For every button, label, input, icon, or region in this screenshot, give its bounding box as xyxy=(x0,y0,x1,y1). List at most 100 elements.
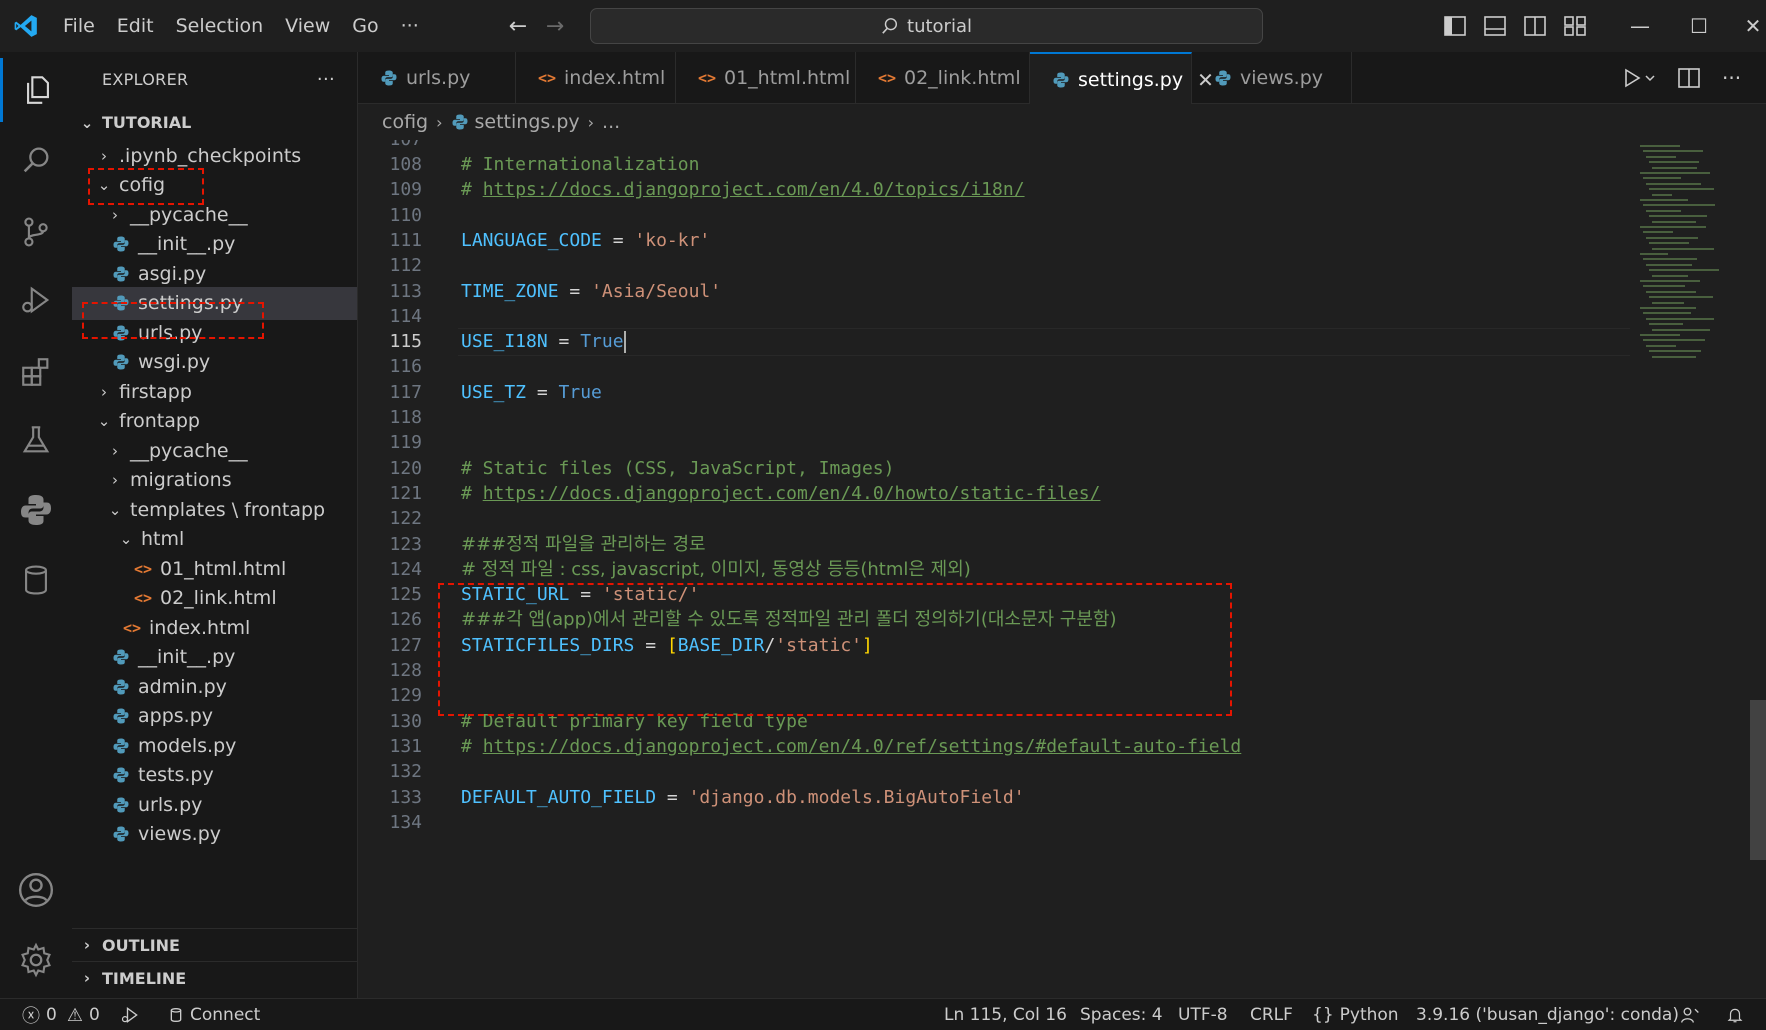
python-file-icon xyxy=(112,737,130,755)
tree-item[interactable]: <> 01_html.html xyxy=(72,552,357,585)
more-actions-icon[interactable]: ··· xyxy=(1722,66,1741,90)
line-number: 123 xyxy=(389,533,422,555)
code-line: # 정적 파일 : css, javascript, 이미지, 동영상 등등(h… xyxy=(461,556,971,584)
breadcrumb-folder[interactable]: cofig xyxy=(382,111,428,133)
run-debug-icon[interactable] xyxy=(0,268,72,332)
python-file-icon xyxy=(112,707,130,725)
chevron-down-icon: ⌄ xyxy=(108,500,122,519)
outline-section[interactable]: › OUTLINE xyxy=(72,928,357,961)
tab-settings-py[interactable]: settings.py ✕ xyxy=(1030,52,1214,105)
debug-status-icon[interactable] xyxy=(120,999,140,1030)
tree-item[interactable]: models.py xyxy=(72,729,357,762)
tab-urls-py[interactable]: urls.py xyxy=(358,52,516,104)
command-center-search[interactable]: tutorial xyxy=(590,8,1263,44)
menu-item-more[interactable]: ··· xyxy=(390,9,430,43)
minimap-line xyxy=(1640,226,1706,228)
search-icon[interactable] xyxy=(0,128,72,192)
breadcrumb-more[interactable]: ... xyxy=(602,111,620,133)
workspace-root[interactable]: ⌄ TUTORIAL xyxy=(72,106,357,139)
tree-item[interactable]: __init__.py xyxy=(72,641,357,674)
cursor-position[interactable]: Ln 115, Col 16 xyxy=(944,999,1067,1030)
comment-link[interactable]: https://docs.djangoproject.com/en/4.0/to… xyxy=(483,179,1025,200)
tree-item[interactable]: › migrations xyxy=(72,464,357,497)
chevron-right-icon: › xyxy=(587,112,595,132)
tree-item[interactable]: tests.py xyxy=(72,759,357,792)
explorer-icon[interactable] xyxy=(0,58,72,122)
close-window-icon[interactable]: ✕ xyxy=(1728,14,1766,38)
tree-item[interactable]: asgi.py xyxy=(72,257,357,290)
menu-item-selection[interactable]: Selection xyxy=(165,9,275,43)
tree-item[interactable]: <> index.html xyxy=(72,611,357,644)
tab-02_link-html[interactable]: <> 02_link.html xyxy=(856,52,1030,104)
explorer-more-icon[interactable]: ··· xyxy=(317,69,335,90)
comment-link[interactable]: https://docs.djangoproject.com/en/4.0/re… xyxy=(483,736,1242,757)
minimap-line xyxy=(1643,150,1703,153)
toggle-panel-icon[interactable] xyxy=(1484,16,1506,36)
scrollbar-thumb[interactable] xyxy=(1750,700,1766,860)
chevron-right-icon: › xyxy=(112,205,118,224)
tree-item[interactable]: <> 02_link.html xyxy=(72,582,357,615)
tab-01_html-html[interactable]: <> 01_html.html xyxy=(676,52,856,104)
account-icon[interactable] xyxy=(0,858,72,922)
tree-item[interactable]: admin.py xyxy=(72,670,357,703)
code-editor[interactable]: 107 108# Internationalization109# https:… xyxy=(358,140,1766,998)
minimap-line xyxy=(1652,193,1672,196)
minimap-line xyxy=(1643,258,1697,261)
encoding[interactable]: UTF-8 xyxy=(1178,999,1228,1030)
database-icon[interactable] xyxy=(0,548,72,612)
source-control-icon[interactable] xyxy=(0,200,72,264)
feedback-icon[interactable] xyxy=(1680,999,1700,1030)
toggle-primary-sidebar-icon[interactable] xyxy=(1444,16,1466,36)
run-python-file-icon[interactable] xyxy=(1622,68,1656,88)
customize-layout-icon[interactable] xyxy=(1564,16,1586,36)
minimap-line xyxy=(1646,155,1676,158)
python-icon[interactable] xyxy=(0,478,72,542)
chevron-right-icon: › xyxy=(101,382,107,401)
comment-link[interactable]: https://docs.djangoproject.com/en/4.0/ho… xyxy=(483,483,1101,504)
python-file-icon xyxy=(1214,69,1232,87)
minimap-line xyxy=(1649,188,1714,191)
tree-item[interactable]: ⌄ html xyxy=(72,523,357,556)
timeline-label: TIMELINE xyxy=(102,968,187,988)
menu-item-edit[interactable]: Edit xyxy=(106,9,165,43)
tab-views-py[interactable]: views.py xyxy=(1192,52,1352,104)
tree-item[interactable]: urls.py xyxy=(72,788,357,821)
timeline-section[interactable]: › TIMELINE xyxy=(72,961,357,994)
end-of-line[interactable]: CRLF xyxy=(1250,999,1293,1030)
forward-arrow-icon[interactable]: → xyxy=(535,14,575,39)
tree-item[interactable]: wsgi.py xyxy=(72,346,357,379)
tab-index-html[interactable]: <> index.html xyxy=(516,52,676,104)
language-mode[interactable]: {} Python xyxy=(1312,999,1399,1030)
tree-item[interactable]: › firstapp xyxy=(72,375,357,408)
menu-item-file[interactable]: File xyxy=(52,9,106,43)
minimap-line xyxy=(1640,199,1688,201)
tree-item[interactable]: apps.py xyxy=(72,700,357,733)
testing-icon[interactable] xyxy=(0,408,72,472)
breadcrumb-file[interactable]: settings.py xyxy=(475,111,580,133)
toggle-secondary-sidebar-icon[interactable] xyxy=(1524,16,1546,36)
split-editor-icon[interactable] xyxy=(1678,68,1700,88)
tree-item[interactable]: views.py xyxy=(72,818,357,851)
maximize-icon[interactable]: ☐ xyxy=(1670,14,1728,38)
vscode-logo-icon xyxy=(0,0,52,52)
indentation[interactable]: Spaces: 4 xyxy=(1080,999,1163,1030)
tree-item[interactable]: ⌄ templates \ frontapp xyxy=(72,493,357,526)
notifications-bell-icon[interactable] xyxy=(1726,999,1744,1030)
tree-item[interactable]: › __pycache__ xyxy=(72,434,357,467)
connect-button[interactable]: Connect xyxy=(168,999,260,1030)
manage-gear-icon[interactable] xyxy=(0,928,72,992)
annotation-box-settings xyxy=(82,302,264,339)
tree-item-label: __pycache__ xyxy=(130,439,248,462)
extensions-icon[interactable] xyxy=(0,340,72,404)
minimap[interactable] xyxy=(1638,140,1758,998)
tree-item[interactable]: __init__.py xyxy=(72,228,357,261)
tree-item[interactable]: ⌄ frontapp xyxy=(72,405,357,438)
problems-indicator[interactable]: ⓧ 0 ⚠ 0 xyxy=(22,999,100,1030)
window-controls: — ☐ ✕ xyxy=(1610,0,1766,52)
minimize-icon[interactable]: — xyxy=(1610,14,1670,38)
menu-item-view[interactable]: View xyxy=(274,9,341,43)
python-interpreter[interactable]: 3.9.16 ('busan_django': conda) xyxy=(1416,999,1679,1030)
title-bar: File Edit Selection View Go ··· ← → tutorial … xyxy=(0,0,1766,52)
menu-item-go[interactable]: Go xyxy=(341,9,389,43)
back-arrow-icon[interactable]: ← xyxy=(498,14,538,39)
